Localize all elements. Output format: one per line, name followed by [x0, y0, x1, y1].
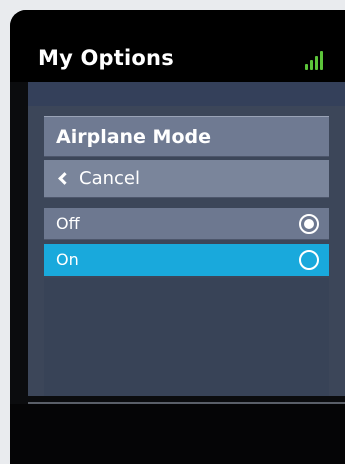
option-label-off: Off	[56, 214, 80, 233]
status-bar: My Options	[10, 10, 345, 82]
signal-bar-4	[320, 51, 323, 70]
phone-device: My Options Airplane Mode Cancel Off On	[10, 10, 345, 464]
menu-empty-area	[44, 278, 329, 396]
option-off[interactable]: Off	[44, 208, 329, 240]
menu-screen: Airplane Mode Cancel Off On	[28, 82, 345, 396]
signal-bar-2	[310, 60, 313, 70]
chevron-left-icon	[58, 172, 71, 185]
signal-bar-1	[305, 64, 308, 70]
signal-bar-3	[315, 56, 318, 70]
cancel-label: Cancel	[79, 167, 140, 189]
menu-header: Airplane Mode	[44, 116, 329, 157]
device-bottom-bezel	[10, 404, 345, 464]
page-title: My Options	[38, 46, 174, 70]
cancel-button[interactable]: Cancel	[44, 160, 329, 198]
signal-bars-icon	[303, 46, 327, 70]
radio-unselected-icon[interactable]	[299, 250, 319, 270]
option-on[interactable]: On	[44, 244, 329, 276]
option-label-on: On	[56, 250, 79, 269]
radio-selected-icon[interactable]	[299, 214, 319, 234]
